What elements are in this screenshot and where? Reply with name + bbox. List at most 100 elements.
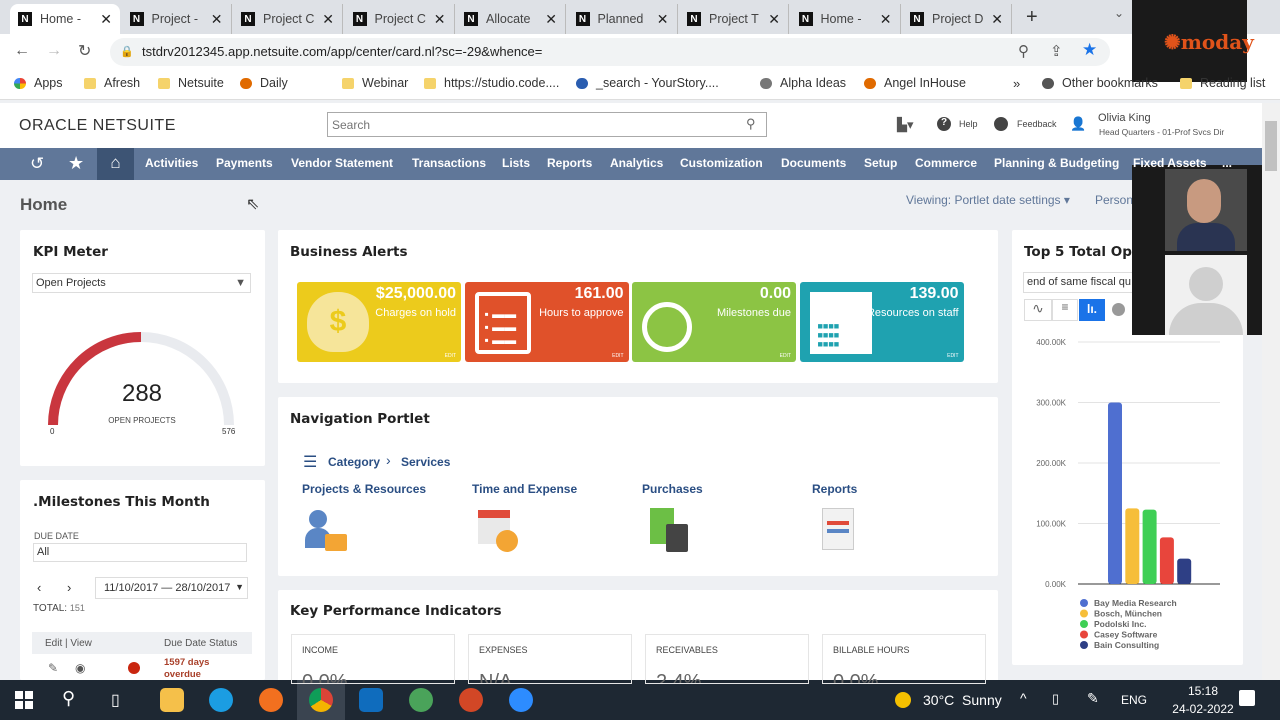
windows-start-icon[interactable] [15,691,33,709]
line-chart-icon[interactable]: ∿ [1024,299,1052,321]
purchases-icon[interactable] [650,508,690,552]
clock-time[interactable]: 15:18 [1172,684,1234,698]
notifications-icon[interactable] [1239,690,1255,706]
forward-icon[interactable]: → [46,42,62,60]
bookmark-item[interactable]: Reading list [1180,76,1265,90]
nav-item[interactable]: Setup [864,156,897,170]
outlook-icon[interactable] [359,688,383,712]
bookmark-item[interactable]: Apps [14,76,63,90]
help-link[interactable]: Help [959,119,978,129]
column-chart-icon[interactable]: lı. [1079,299,1105,321]
shortcuts-star-icon[interactable]: ★ [68,153,84,174]
nav-item[interactable]: Analytics [610,156,663,170]
close-tab-icon[interactable]: ✕ [545,11,557,28]
firefox-icon[interactable] [259,688,283,712]
nav-item[interactable]: Activities [145,156,198,170]
tray-chevron-icon[interactable]: ^ [1020,690,1027,706]
alert-tile[interactable]: $ $25,000.00 Charges on hold EDIT [297,282,461,362]
browser-tab[interactable]: N Allocate ✕ [456,4,566,34]
close-tab-icon[interactable]: ✕ [657,11,669,28]
due-date-field[interactable]: All [33,543,247,562]
zoom-app-icon[interactable] [509,688,533,712]
alert-edit-link[interactable]: EDIT [947,353,958,359]
bookmark-item[interactable]: Webinar [342,76,408,90]
alert-edit-link[interactable]: EDIT [780,353,791,359]
bookmark-item[interactable]: Netsuite [158,76,224,90]
alert-tile[interactable]: ■■■■ ■■■■ ■■■■ 139.00 Resources on staff EDIT [799,282,964,362]
nav-item[interactable]: ... [1222,156,1232,170]
close-tab-icon[interactable]: ✕ [100,11,112,28]
share-icon[interactable]: ⇪ [1050,42,1063,60]
back-icon[interactable]: ← [14,42,30,60]
browser-tab[interactable]: N Project D ✕ [902,4,1012,34]
nav-item[interactable]: Vendor Statement [291,156,393,170]
tab-search-icon[interactable]: ⌄ [1114,6,1124,20]
nav-portlet-link[interactable]: Purchases [642,482,703,496]
global-search-input[interactable] [327,112,767,137]
nav-item[interactable]: Reports [547,156,592,170]
nav-portlet-link[interactable]: Projects & Resources [302,482,426,496]
user-name[interactable]: Olivia King [1098,112,1151,124]
horizontal-bar-icon[interactable]: ≡ [1052,299,1078,321]
kpi-meter-select[interactable]: Open Projects ▼ [32,273,251,293]
create-new-icon[interactable]: ▙▾ [897,117,914,133]
alert-edit-link[interactable]: EDIT [612,353,623,359]
bookmark-item[interactable]: Angel InHouse [864,76,966,90]
bookmark-item[interactable]: _search - YourStory.... [576,76,719,90]
page-scrollbar[interactable] [1262,103,1280,680]
pie-chart-icon[interactable] [1112,303,1125,316]
nav-item[interactable]: Documents [781,156,846,170]
prev-range-button[interactable]: ‹ [37,580,41,595]
weather-text[interactable]: 30°C Sunny [923,692,1002,708]
nav-portlet-link[interactable]: Time and Expense [472,482,577,496]
kpi-card[interactable]: RECEIVABLES 2.4% [645,634,809,684]
reports-icon[interactable] [822,508,854,550]
time-expense-icon[interactable] [478,510,518,552]
bookmark-item[interactable]: Afresh [84,76,140,90]
nav-item[interactable]: Transactions [412,156,486,170]
browser-tab[interactable]: N Project - ✕ [122,4,232,34]
file-explorer-icon[interactable] [160,688,184,712]
bookmark-item[interactable]: https://studio.code.... [424,76,559,90]
powerpoint-icon[interactable] [459,688,483,712]
new-tab-button[interactable]: + [1026,6,1038,29]
alert-edit-link[interactable]: EDIT [445,353,456,359]
menu-icon[interactable]: ☰ [303,452,317,472]
nav-item[interactable]: Commerce [915,156,977,170]
feedback-icon[interactable] [994,117,1008,131]
tray-device-icon[interactable]: ▯ [1052,691,1059,707]
search-icon[interactable]: ⚲ [62,688,75,709]
bookmark-item[interactable]: Other bookmarks [1042,76,1158,90]
projects-resources-icon[interactable] [305,508,347,552]
bookmark-item[interactable]: Daily [240,76,288,90]
category-breadcrumb[interactable]: Category [328,455,380,469]
edge-icon[interactable] [209,688,233,712]
search-icon[interactable]: ⚲ [746,116,756,132]
task-view-icon[interactable]: ▯ [111,690,120,710]
alert-tile[interactable]: 0.00 Milestones due EDIT [632,282,796,362]
kpi-card[interactable]: EXPENSES N/A [468,634,632,684]
bookmarks-overflow[interactable]: » [1013,76,1020,91]
zoom-icon[interactable]: ⚲ [1018,42,1029,60]
home-icon[interactable]: ⌂ [97,148,134,180]
pen-icon[interactable]: ✎ [1087,690,1099,707]
browser-tab[interactable]: N Home - ✕ [791,4,901,34]
reload-icon[interactable]: ↻ [78,41,91,61]
alert-tile[interactable]: ▪ ▬▬ ▪ ▬▬ ▪ ▬▬ 161.00 Hours to approve EDIT [464,282,629,362]
recent-records-icon[interactable]: ↺ [30,154,44,174]
chrome-taskbar-active[interactable] [297,680,345,720]
close-tab-icon[interactable]: ✕ [211,11,223,28]
services-breadcrumb[interactable]: Services [401,455,450,469]
view-eye-icon[interactable]: ◉ [75,661,85,675]
browser-tab[interactable]: N Project C ✕ [233,4,343,34]
nav-portlet-link[interactable]: Reports [812,482,857,496]
kpi-card[interactable]: BILLABLE HOURS 0.0% [822,634,986,684]
edit-pencil-icon[interactable]: ✎ [48,661,58,675]
bookmark-star-icon[interactable]: ★ [1082,40,1097,60]
maps-icon[interactable] [409,688,433,712]
top5-date-filter[interactable]: end of same fiscal qu [1023,272,1143,293]
close-tab-icon[interactable]: ✕ [322,11,334,28]
next-range-button[interactable]: › [67,580,71,595]
date-range-select[interactable]: 11/10/2017 — 28/10/2017 ▼ [95,577,248,599]
browser-tab[interactable]: N Home - ✕ [10,4,120,34]
